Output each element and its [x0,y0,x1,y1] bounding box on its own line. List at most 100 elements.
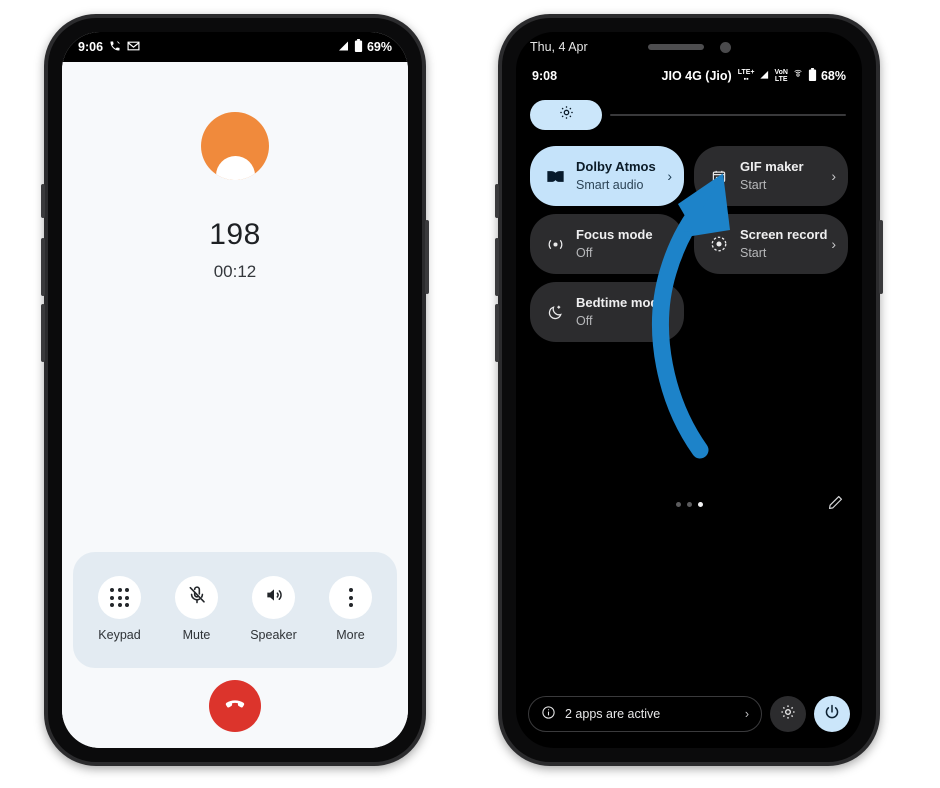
signal-bars-icon [758,69,770,83]
active-apps-label: 2 apps are active [565,707,661,721]
battery-icon [354,39,363,55]
earpiece-speaker-icon [647,44,704,50]
phone-right-frame: Thu, 4 Apr 9:08 JIO 4G (Jio) LTE+ ▪▪ VoN L… [495,14,883,766]
call-controls-row: Keypad Mute Speaker More [81,576,389,642]
tile-subtitle: Start [740,246,767,260]
battery-percent: 69% [366,40,392,54]
contact-avatar-icon [201,112,269,180]
call-duration: 00:12 [213,262,257,281]
left-phone-side-button-1[interactable] [41,184,45,218]
left-phone-volume-up-button[interactable] [41,238,45,296]
speaker-button-circle[interactable] [252,576,295,619]
info-circle-icon [541,705,556,723]
keypad-button-label: Keypad [98,628,141,642]
left-phone-volume-down-button[interactable] [41,304,45,362]
call-number: 198 [209,218,261,251]
more-vertical-icon [348,588,353,607]
call-controls-panel: Keypad Mute Speaker More [73,552,397,668]
settings-button[interactable] [770,696,806,732]
left-phone-screen: 9:06 69% 198 00:12 Keypad Mute Speaker M… [62,32,408,748]
microphone-muted-icon [187,585,207,610]
edit-tiles-button[interactable] [822,492,848,518]
brightness-gear-icon [558,104,575,126]
tile-focus-mode[interactable]: Focus mode Off [530,214,684,274]
tile-title: Screen record [740,227,828,242]
tile-text-group: Screen record Start [740,226,827,262]
end-call-icon [222,691,248,722]
page-dot-2[interactable] [686,502,692,507]
right-phone-side-button-1[interactable] [495,184,499,218]
mute-button-label: Mute [182,628,211,642]
volte-icon: VoN LTE [774,69,788,83]
tile-text-group: Focus mode Off [576,226,668,262]
tile-title: Dolby Atmos [576,159,656,174]
status-bar-left-group: 9:06 [78,40,140,55]
mute-button-circle[interactable] [175,576,218,619]
pencil-edit-icon [827,494,844,516]
speaker-button[interactable]: Speaker [239,576,309,642]
tile-screen-record[interactable]: Screen record Start › [694,214,848,274]
gear-icon [779,703,797,726]
brightness-slider-track[interactable] [610,114,846,116]
quick-settings-tile-grid: Dolby Atmos Smart audio › GIF maker Star… [530,146,848,342]
gif-maker-icon [708,169,730,184]
end-call-button[interactable] [209,680,261,732]
tile-text-group: Dolby Atmos Smart audio [576,158,663,194]
end-call-area [62,680,408,732]
more-button-circle[interactable] [329,576,372,619]
keypad-button-circle[interactable] [98,576,141,619]
tile-text-group: GIF maker Start [740,158,827,194]
right-phone-power-button[interactable] [879,220,883,294]
tile-subtitle: Off [576,246,593,260]
right-phone-volume-down-button[interactable] [495,304,499,362]
page-indicator-dots[interactable] [516,502,862,507]
more-button[interactable]: More [316,576,386,642]
tile-text-group: Bedtime mode Off [576,294,668,330]
tile-title: Focus mode [576,227,653,242]
phone-left-frame: 9:06 69% 198 00:12 Keypad Mute Speaker M… [41,14,429,766]
status-bar-right-group: JIO 4G (Jio) LTE+ ▪▪ VoN LTE 68% [662,68,846,84]
battery-icon [808,68,817,84]
tile-gif-maker[interactable]: GIF maker Start › [694,146,848,206]
tile-dolby-atmos[interactable]: Dolby Atmos Smart audio › [530,146,684,206]
tile-bedtime-mode[interactable]: Bedtime mode Off [530,282,684,342]
tile-chevron-icon[interactable]: › [831,168,836,184]
keypad-button[interactable]: Keypad [85,576,155,642]
tile-subtitle: Off [576,314,593,328]
page-dot-3-active[interactable] [697,502,703,507]
mute-button[interactable]: Mute [162,576,232,642]
phone-ring-icon [109,40,121,55]
carrier-label: JIO 4G (Jio) [661,69,732,83]
tile-title: GIF maker [740,159,804,174]
brightness-slider-row[interactable] [530,100,848,130]
avatar-shoulders [215,156,255,180]
right-phone-volume-up-button[interactable] [495,238,499,296]
quick-settings-date: Thu, 4 Apr [530,40,588,54]
left-status-bar: 9:06 69% [62,32,408,62]
tile-subtitle: Smart audio [576,178,644,192]
battery-percent: 68% [820,69,846,83]
status-bar-right-group: 69% [337,39,392,55]
lte-plus-icon: LTE+ ▪▪ [737,69,755,83]
wifi-hotspot-icon [792,69,804,83]
active-apps-chevron-icon[interactable]: › [745,707,749,721]
tile-chevron-icon[interactable]: › [831,236,836,252]
status-time: 9:08 [532,69,558,83]
bedtime-moon-icon [544,304,566,321]
active-apps-button[interactable]: 2 apps are active › [528,696,762,732]
power-icon [823,703,841,726]
focus-mode-icon [544,237,566,252]
signal-bars-icon [337,40,350,55]
power-button[interactable] [814,696,850,732]
call-screen-body: 198 00:12 Keypad Mute Speaker More [62,62,408,748]
page-dot-1[interactable] [675,502,681,507]
dolby-icon [544,170,566,183]
speaker-button-label: Speaker [250,628,297,642]
quick-settings-body: Dolby Atmos Smart audio › GIF maker Star… [516,90,862,748]
left-phone-power-button[interactable] [425,220,429,294]
tile-chevron-icon[interactable]: › [667,168,672,184]
screen-record-icon [708,235,730,253]
brightness-slider-handle[interactable] [530,100,602,130]
right-status-bar: 9:08 JIO 4G (Jio) LTE+ ▪▪ VoN LTE 68% [516,62,862,90]
right-phone-screen: Thu, 4 Apr 9:08 JIO 4G (Jio) LTE+ ▪▪ VoN L… [516,32,862,748]
